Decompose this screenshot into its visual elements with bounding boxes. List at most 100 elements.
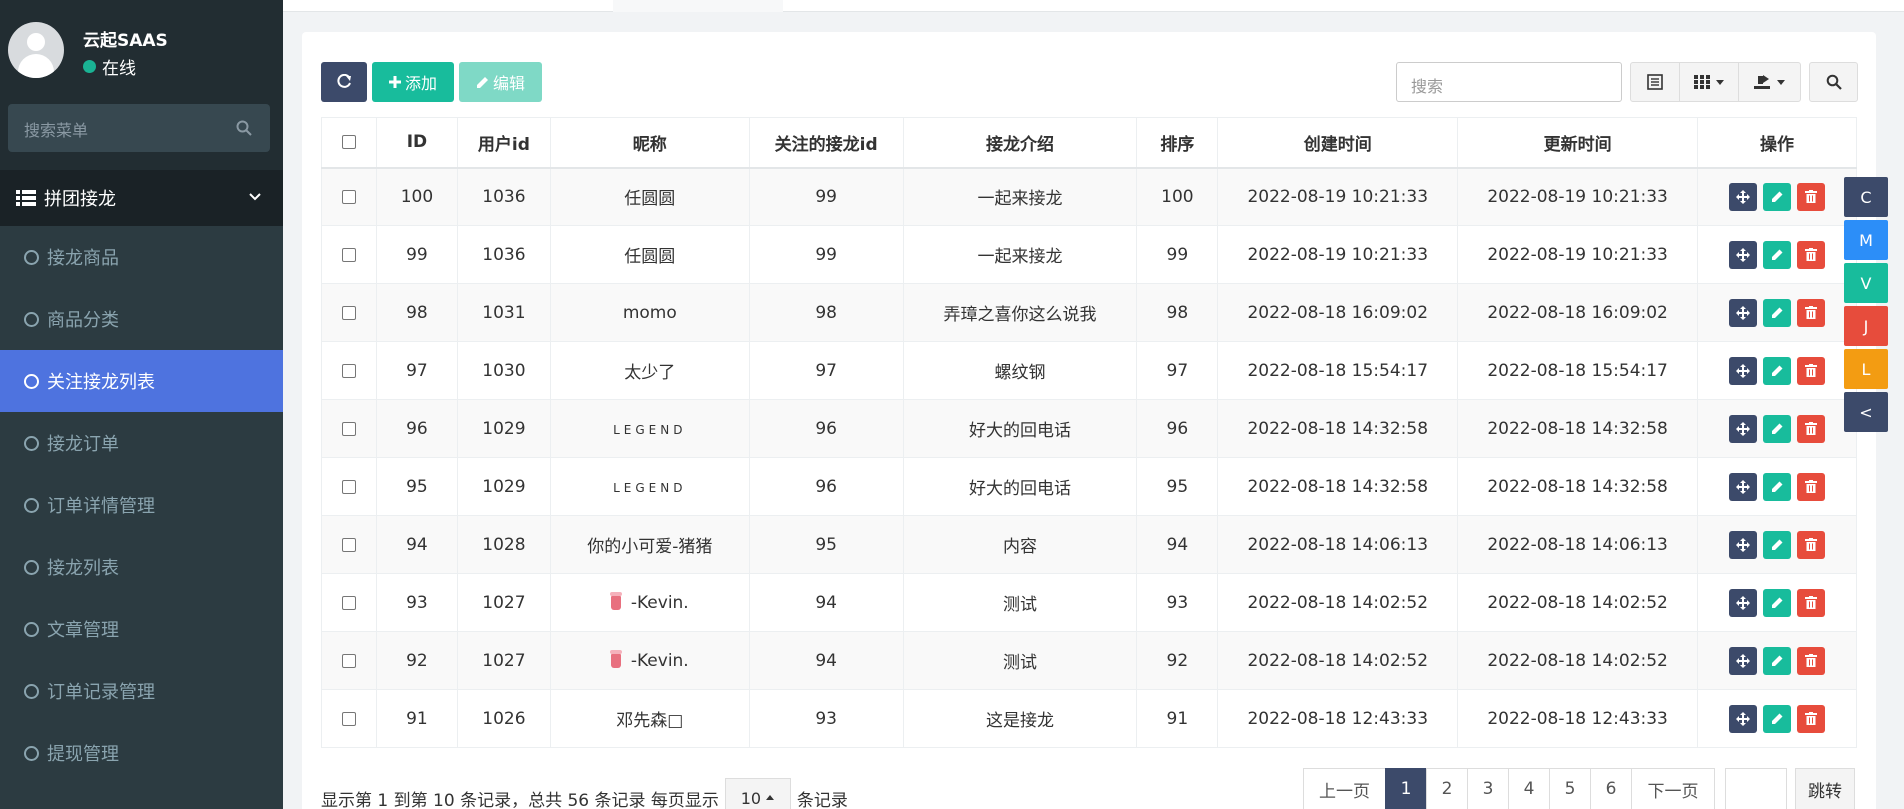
row-edit-button[interactable] <box>1763 182 1791 211</box>
sidebar-item-dragon-goods[interactable]: 接龙商品 <box>0 226 283 288</box>
prev-page-button[interactable]: 上一页 <box>1303 768 1386 809</box>
header-follow-id[interactable]: 关注的接龙id <box>748 117 904 169</box>
float-button-l[interactable]: L <box>1844 349 1888 389</box>
table-row[interactable]: 92 1027 -Kevin. 94 测试 92 2022-08-18 14:02:52 20… <box>321 631 1857 690</box>
sidebar-item-goods-category[interactable]: 商品分类 <box>0 288 283 350</box>
row-select-cell <box>321 341 377 400</box>
row-delete-button[interactable] <box>1797 472 1825 501</box>
sidebar-item-dragon-list[interactable]: 接龙列表 <box>0 536 283 598</box>
table-row[interactable]: 93 1027 -Kevin. 94 测试 93 2022-08-18 14:02:52 20… <box>321 573 1857 632</box>
sidebar-item-withdrawals[interactable]: 提现管理 <box>0 722 283 784</box>
float-button-v[interactable]: V <box>1844 263 1888 303</box>
search-icon[interactable] <box>235 119 253 137</box>
row-delete-button[interactable] <box>1797 298 1825 327</box>
drag-sort-button[interactable] <box>1729 530 1757 559</box>
sidebar-item-dragon-orders[interactable]: 接龙订单 <box>0 412 283 474</box>
row-checkbox[interactable] <box>341 479 356 494</box>
drag-sort-button[interactable] <box>1729 356 1757 385</box>
table-search-input[interactable]: 搜索 <box>1396 62 1622 102</box>
row-checkbox[interactable] <box>341 537 356 552</box>
row-edit-button[interactable] <box>1763 356 1791 385</box>
page-size-select[interactable]: 10 <box>724 778 791 809</box>
float-button-c[interactable]: C <box>1844 177 1888 217</box>
row-delete-button[interactable] <box>1797 646 1825 675</box>
drag-sort-button[interactable] <box>1729 414 1757 443</box>
row-checkbox[interactable] <box>341 305 356 320</box>
header-created[interactable]: 创建时间 <box>1217 117 1459 169</box>
nav-group-header[interactable]: 拼团接龙 <box>0 170 283 226</box>
float-button-m[interactable]: M <box>1844 220 1888 260</box>
row-edit-button[interactable] <box>1763 704 1791 733</box>
page-4[interactable]: 4 <box>1508 768 1550 809</box>
table-row[interactable]: 97 1030 太少了 97 螺纹钢 97 2022-08-18 15:54:17 2022-… <box>321 341 1857 400</box>
row-delete-button[interactable] <box>1797 588 1825 617</box>
row-checkbox[interactable] <box>341 247 356 262</box>
next-page-button[interactable]: 下一页 <box>1631 768 1715 809</box>
sidebar-item-articles[interactable]: 文章管理 <box>0 598 283 660</box>
row-edit-button[interactable] <box>1763 298 1791 327</box>
drag-sort-button[interactable] <box>1729 646 1757 675</box>
jump-page-input[interactable] <box>1725 768 1787 809</box>
header-nickname[interactable]: 昵称 <box>549 117 750 169</box>
page-2[interactable]: 2 <box>1426 768 1468 809</box>
row-delete-button[interactable] <box>1797 704 1825 733</box>
float-button-j[interactable]: J <box>1844 306 1888 346</box>
table-row[interactable]: 91 1026 邓先森□ 93 这是接龙 91 2022-08-18 12:43:33 202… <box>321 689 1857 748</box>
edit-button[interactable]: 编辑 <box>459 62 542 102</box>
header-id[interactable]: ID <box>375 117 458 169</box>
row-edit-button[interactable] <box>1763 240 1791 269</box>
table-row[interactable]: 99 1036 任圆圆 99 一起来接龙 99 2022-08-19 10:21:33 202… <box>321 225 1857 284</box>
search-button[interactable] <box>1809 62 1858 102</box>
cell-id-text: 98 <box>406 302 428 323</box>
add-button[interactable]: 添加 <box>372 62 454 102</box>
row-delete-button[interactable] <box>1797 240 1825 269</box>
refresh-button[interactable] <box>321 62 367 102</box>
select-all-checkbox[interactable] <box>341 135 356 150</box>
top-tab[interactable] <box>613 0 783 12</box>
row-delete-button[interactable] <box>1797 414 1825 443</box>
table-row[interactable]: 100 1036 任圆圆 99 一起来接龙 100 2022-08-19 10:21:33 2… <box>321 167 1857 226</box>
row-checkbox[interactable] <box>341 595 356 610</box>
row-edit-button[interactable] <box>1763 414 1791 443</box>
row-delete-button[interactable] <box>1797 182 1825 211</box>
table-row[interactable]: 98 1031 momo 98 弄璋之喜你这么说我 98 2022-08-18 16:09:… <box>321 283 1857 342</box>
row-delete-button[interactable] <box>1797 356 1825 385</box>
page-1[interactable]: 1 <box>1385 768 1427 809</box>
row-edit-button[interactable] <box>1763 472 1791 501</box>
table-row[interactable]: 94 1028 你的小可爱-猪猪 95 内容 94 2022-08-18 14:06:13 2… <box>321 515 1857 574</box>
columns-button[interactable] <box>1679 62 1739 102</box>
row-delete-button[interactable] <box>1797 530 1825 559</box>
header-sort[interactable]: 排序 <box>1136 117 1219 169</box>
sidebar-item-follow-list[interactable]: 关注接龙列表 <box>0 350 283 412</box>
header-updated[interactable]: 更新时间 <box>1457 117 1699 169</box>
drag-sort-button[interactable] <box>1729 704 1757 733</box>
table-row[interactable]: 96 1029 LEGEND 96 好大的回电话 96 2022-08-18 14:32:5… <box>321 399 1857 458</box>
row-checkbox[interactable] <box>341 363 356 378</box>
drag-sort-button[interactable] <box>1729 472 1757 501</box>
drag-sort-button[interactable] <box>1729 298 1757 327</box>
row-checkbox[interactable] <box>341 711 356 726</box>
page-3[interactable]: 3 <box>1467 768 1509 809</box>
sidebar-item-order-records[interactable]: 订单记录管理 <box>0 660 283 722</box>
row-checkbox[interactable] <box>341 421 356 436</box>
table-row[interactable]: 95 1029 LEGEND 96 好大的回电话 95 2022-08-18 14:32:5… <box>321 457 1857 516</box>
page-5[interactable]: 5 <box>1549 768 1591 809</box>
row-edit-button[interactable] <box>1763 530 1791 559</box>
float-button-collapse[interactable]: < <box>1844 392 1888 432</box>
jump-button[interactable]: 跳转 <box>1795 768 1855 809</box>
row-edit-button[interactable] <box>1763 588 1791 617</box>
drag-sort-button[interactable] <box>1729 588 1757 617</box>
cell-id-text: 99 <box>406 244 428 265</box>
row-edit-button[interactable] <box>1763 646 1791 675</box>
menu-search-input[interactable]: 搜索菜单 <box>8 104 270 152</box>
sidebar-item-order-details[interactable]: 订单详情管理 <box>0 474 283 536</box>
row-checkbox[interactable] <box>341 189 356 204</box>
drag-sort-button[interactable] <box>1729 182 1757 211</box>
row-checkbox[interactable] <box>341 653 356 668</box>
header-intro[interactable]: 接龙介绍 <box>902 117 1138 169</box>
drag-sort-button[interactable] <box>1729 240 1757 269</box>
toggle-view-button[interactable] <box>1630 62 1680 102</box>
header-user-id[interactable]: 用户id <box>456 117 551 169</box>
export-button[interactable] <box>1738 62 1801 102</box>
page-6[interactable]: 6 <box>1590 768 1632 809</box>
